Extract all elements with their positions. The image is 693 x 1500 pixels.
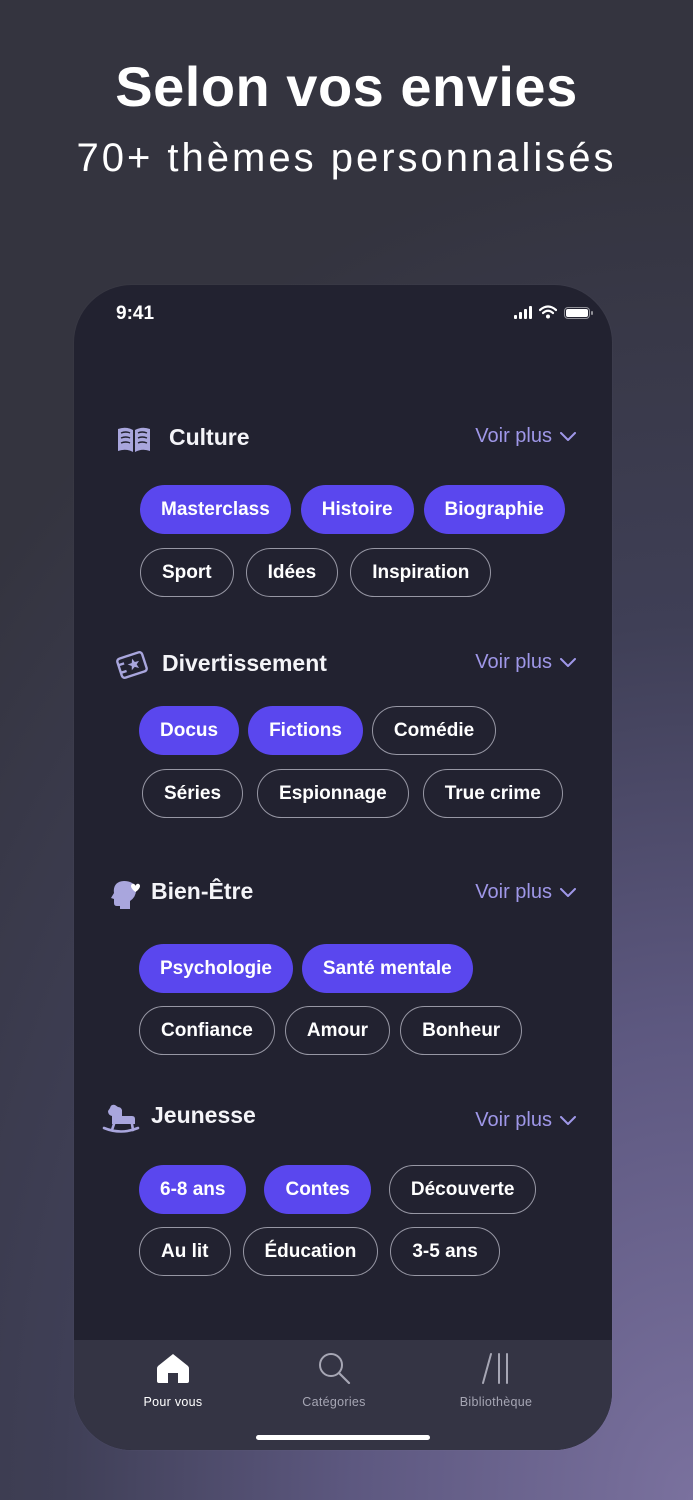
chip[interactable]: Fictions: [248, 706, 363, 755]
cellular-signal-icon: [514, 305, 532, 319]
head-heart-icon: [111, 881, 140, 909]
chip[interactable]: Idées: [245, 548, 339, 597]
chevron-down-icon: [560, 1115, 576, 1125]
section-title: Jeunesse: [151, 1102, 256, 1128]
status-time: 9:41: [116, 303, 155, 324]
chip[interactable]: 3-5 ans: [390, 1227, 500, 1276]
section-bien-etre: Bien-Être Voir plus Psychologie Santé me…: [74, 874, 612, 1055]
chip[interactable]: Docus: [139, 706, 240, 755]
chip[interactable]: Amour: [284, 1006, 391, 1055]
section-title: Divertissement: [162, 650, 327, 676]
chip[interactable]: Découverte: [388, 1165, 537, 1214]
chip[interactable]: Séries: [142, 769, 244, 818]
voir-plus-label: Voir plus: [475, 651, 552, 673]
rocking-horse-icon: [102, 1104, 140, 1133]
chip[interactable]: Confiance: [139, 1006, 275, 1055]
chip[interactable]: True crime: [422, 769, 563, 818]
book-icon: [118, 427, 150, 452]
home-icon: [157, 1354, 189, 1383]
chip[interactable]: Biographie: [423, 485, 565, 534]
voir-plus-label: Voir plus: [475, 425, 552, 447]
wifi-icon: [539, 305, 557, 319]
voir-plus-button[interactable]: Voir plus: [475, 1109, 576, 1132]
library-icon: [482, 1353, 508, 1384]
chevron-down-icon: [560, 887, 576, 897]
section-title: Culture: [169, 424, 250, 450]
chip[interactable]: Sport: [140, 548, 234, 597]
chip[interactable]: 6-8 ans: [139, 1165, 247, 1214]
chip[interactable]: Masterclass: [140, 485, 291, 534]
chip[interactable]: Espionnage: [257, 769, 409, 818]
chip[interactable]: Contes: [264, 1165, 371, 1214]
tab-label: Catégories: [302, 1395, 366, 1409]
section-jeunesse: Jeunesse Voir plus 6-8 ans Contes Découv…: [74, 1098, 612, 1276]
chip[interactable]: Histoire: [300, 485, 414, 534]
status-icons: [514, 305, 593, 319]
search-icon: [319, 1353, 351, 1385]
section-title: Bien-Être: [151, 878, 254, 904]
tab-bar: Pour vous Catégories Bibliothèque: [74, 1340, 612, 1450]
chip[interactable]: Santé mentale: [301, 944, 473, 993]
subheadline: 70+ thèmes personnalisés: [76, 136, 617, 180]
headline: Selon vos envies: [115, 55, 578, 118]
voir-plus-label: Voir plus: [475, 881, 552, 903]
section-culture: Culture Voir plus Masterclass Histoire B…: [74, 420, 612, 597]
tab-categories[interactable]: Catégories: [269, 1352, 399, 1409]
voir-plus-button[interactable]: Voir plus: [475, 425, 576, 448]
tab-label: Pour vous: [143, 1395, 203, 1409]
voir-plus-button[interactable]: Voir plus: [475, 651, 576, 674]
tab-bibliotheque[interactable]: Bibliothèque: [431, 1352, 561, 1409]
chevron-down-icon: [560, 431, 576, 441]
chip[interactable]: Inspiration: [350, 548, 492, 597]
voir-plus-button[interactable]: Voir plus: [475, 881, 576, 904]
home-indicator[interactable]: [256, 1435, 430, 1440]
chip[interactable]: Comédie: [371, 706, 497, 755]
section-divertissement: Divertissement Voir plus Docus Fictions …: [74, 646, 612, 818]
tab-label: Bibliothèque: [459, 1395, 533, 1409]
ticket-star-icon: [116, 651, 148, 679]
chevron-down-icon: [560, 657, 576, 667]
phone-screen: 9:41 Culture Voir plus Masterclass Histo…: [74, 285, 612, 1450]
chip[interactable]: Psychologie: [139, 944, 293, 993]
tab-pour-vous[interactable]: Pour vous: [108, 1352, 238, 1409]
battery-icon: [564, 307, 593, 319]
voir-plus-label: Voir plus: [475, 1109, 552, 1131]
chip[interactable]: Éducation: [242, 1227, 379, 1276]
chip[interactable]: Bonheur: [400, 1006, 523, 1055]
chip[interactable]: Au lit: [139, 1227, 231, 1276]
